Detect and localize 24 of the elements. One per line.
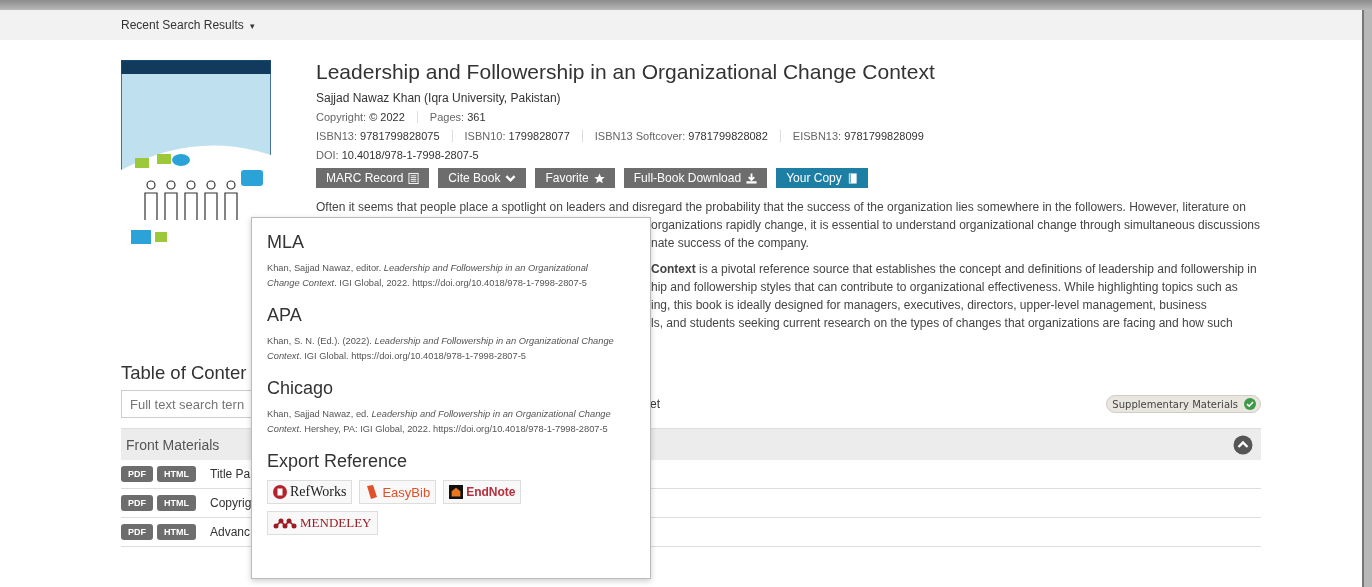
book-meta-field: Pages: 361 <box>416 111 498 123</box>
book-title: Leadership and Followership in an Organizational Change Context <box>316 60 936 84</box>
book-author: Sajjad Nawaz Khan (Iqra University, Pakistan) <box>316 91 562 105</box>
section-title: Front Materials <box>126 436 220 453</box>
citation-text: Khan, Sajjad Nawaz, editor. Leadership and Followership in an Organizational Change Context. IGI Global, 2022. https://doi.org/10.4018/978-1-7998-2807-5 <box>267 262 589 290</box>
description-text: Context is a pivotal reference source that establishes the concept and definitions of leadership and followership in <box>651 261 1257 278</box>
description-text: Often it seems that people place a spotlight on leaders and disregard the probability that the success of the organization lies somewhere in the followers. However, literature on <box>316 199 1247 216</box>
citation-style-heading: Chicago <box>267 378 335 399</box>
description-text: hip and followership styles that can contribute to organizational effectiveness. While highlighting topics such as <box>651 279 1238 296</box>
description-text: organizations rapidly change, it is essential to understand organizational change through simultaneous discussions <box>651 217 1261 234</box>
description-text: nate success of the company. <box>651 235 809 252</box>
description-text: ing, this book is ideally designed for managers, executives, directors, upper-level management, business <box>651 297 1207 314</box>
book-meta-field: EISBN13: 9781799828099 <box>779 130 936 142</box>
book-meta-field: ISBN13 Softcover: 9781799828082 <box>581 130 780 142</box>
book-meta-field: DOI: 10.4018/978-1-7998-2807-5 <box>316 149 491 161</box>
book-meta-field: ISBN10: 1799828077 <box>451 130 582 142</box>
book-meta-field: ISBN13: 9781799828075 <box>316 130 452 142</box>
citation-style-heading: MLA <box>267 232 305 253</box>
section-heading: Table of Conter <box>121 362 247 384</box>
citation-text: Khan, S. N. (Ed.). (2022). Leadership and Followership in an Organizational Change Context. IGI Global. https://doi.org/10.4018/978-1-7998-2807-5 <box>267 335 615 363</box>
book-meta-field: Copyright: © 2022 <box>316 111 417 123</box>
citation-style-heading: APA <box>267 305 303 326</box>
search-option-text: et <box>650 397 660 411</box>
description-text: ls, and students seeking current research on the types of changes that organizations are facing and how such <box>651 315 1233 332</box>
